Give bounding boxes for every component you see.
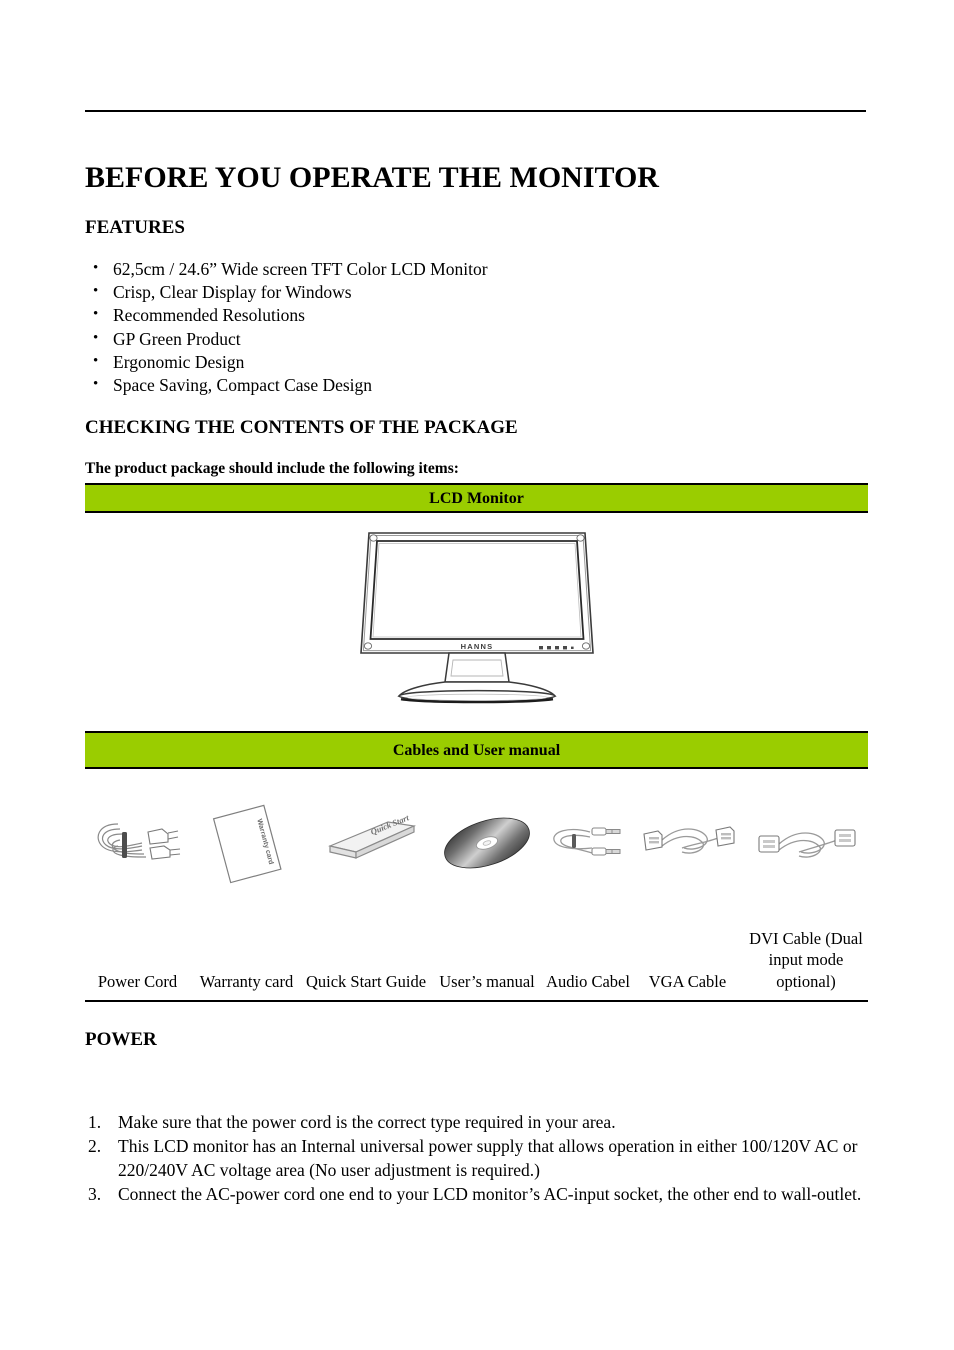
accessory-caption: Audio Cabel: [546, 971, 630, 991]
list-item: Ergonomic Design: [85, 350, 785, 374]
power-heading: POWER: [85, 1028, 157, 1050]
banner-lcd-monitor: LCD Monitor: [85, 483, 868, 513]
accessory-image-cell: [85, 788, 190, 898]
list-item: Crisp, Clear Display for Windows: [85, 280, 785, 304]
accessory-caption: Quick Start Guide: [305, 971, 427, 991]
accessory-caption: Power Cord: [97, 971, 178, 991]
features-list: 62,5cm / 24.6” Wide screen TFT Color LCD…: [85, 257, 785, 397]
accessory-caption: VGA Cable: [648, 971, 727, 991]
header-rule: [85, 110, 866, 112]
accessory-image-cell: [744, 788, 868, 898]
accessory-image-cell: Warranty card: [190, 788, 303, 898]
package-heading: CHECKING THE CONTENTS OF THE PACKAGE: [85, 416, 518, 438]
package-intro-text: The product package should include the f…: [85, 460, 459, 477]
cd-disc-icon: [444, 817, 530, 869]
vga-cable-icon: [642, 826, 735, 854]
list-item: Make sure that the power cord is the cor…: [88, 1110, 616, 1134]
monitor-illustration: HANNS: [85, 513, 868, 731]
banner-cables-and-manual: Cables and User manual: [85, 731, 868, 769]
accessory-image-cell: [631, 788, 744, 898]
list-item: Connect the AC-power cord one end to you…: [88, 1182, 862, 1206]
accessory-image-cell: Quick Start: [303, 788, 429, 898]
page-title: BEFORE YOU OPERATE THE MONITOR: [85, 161, 659, 195]
dvi-cable-icon: [758, 829, 856, 858]
accessory-caption: User’s manual: [439, 971, 535, 991]
list-item: This LCD monitor has an Internal univers…: [88, 1134, 858, 1180]
quick-start-guide-icon: Quick Start: [328, 812, 417, 859]
list-item: Recommended Resolutions: [85, 303, 785, 327]
audio-cable-icon: [553, 827, 621, 856]
list-item: GP Green Product: [85, 327, 785, 351]
accessory-caption: Warranty card: [199, 971, 294, 991]
power-instructions-list: Make sure that the power cord is the cor…: [85, 1110, 875, 1206]
power-cord-icon: [97, 823, 180, 860]
document-page: BEFORE YOU OPERATE THE MONITOR FEATURES …: [0, 0, 954, 1350]
monitor-brand-logo: HANNS: [460, 642, 493, 651]
list-item: 62,5cm / 24.6” Wide screen TFT Color LCD…: [85, 257, 785, 281]
accessory-image-cell: [545, 788, 631, 898]
features-heading: FEATURES: [85, 216, 185, 238]
lcd-monitor-icon: HANNS: [359, 532, 594, 704]
accessory-caption: DVI Cable (Dual input mode optional): [749, 928, 863, 991]
accessory-image-cell: [429, 788, 545, 898]
accessories-image-row: Warranty card Quick Start: [85, 788, 868, 898]
accessories-caption-row: Power Cord Warranty card Quick Start Gui…: [85, 903, 868, 1002]
list-item: Space Saving, Compact Case Design: [85, 373, 785, 397]
warranty-card-icon: Warranty card: [212, 804, 282, 884]
